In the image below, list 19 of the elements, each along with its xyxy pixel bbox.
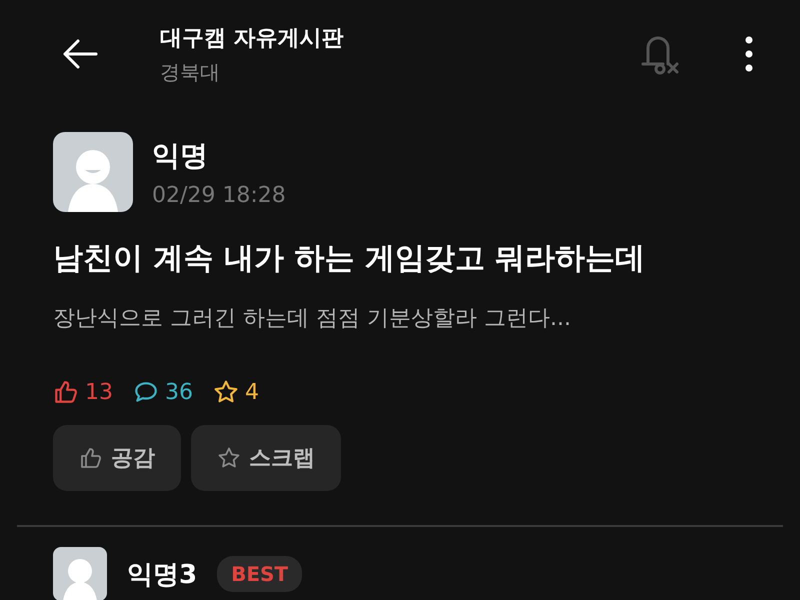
post-body: 장난식으로 그러긴 하는데 점점 기분상할라 그런다... xyxy=(53,305,572,333)
avatar-icon xyxy=(53,547,107,600)
post-title: 남친이 계속 내가 하는 게임갖고 뭐라하는데 xyxy=(53,240,646,278)
star-icon xyxy=(217,446,241,470)
best-badge: BEST xyxy=(217,556,302,592)
scrap-button[interactable]: 스크랩 xyxy=(191,425,341,491)
author-name: 익명 xyxy=(152,138,209,174)
stat-count: 13 xyxy=(85,380,113,404)
thumbs-up-icon xyxy=(79,446,103,470)
back-icon[interactable] xyxy=(62,39,98,69)
board-title: 대구캠 자유게시판 xyxy=(160,24,345,52)
like-button[interactable]: 공감 xyxy=(53,425,181,491)
avatar-icon xyxy=(53,132,133,212)
stat-count: 4 xyxy=(245,380,259,404)
school-name: 경북대 xyxy=(160,58,221,86)
post-time: 02/29 18:28 xyxy=(152,182,286,208)
stat-count: 36 xyxy=(165,380,193,404)
more-icon[interactable] xyxy=(744,36,754,72)
comment-author: 익명3 xyxy=(127,558,198,592)
